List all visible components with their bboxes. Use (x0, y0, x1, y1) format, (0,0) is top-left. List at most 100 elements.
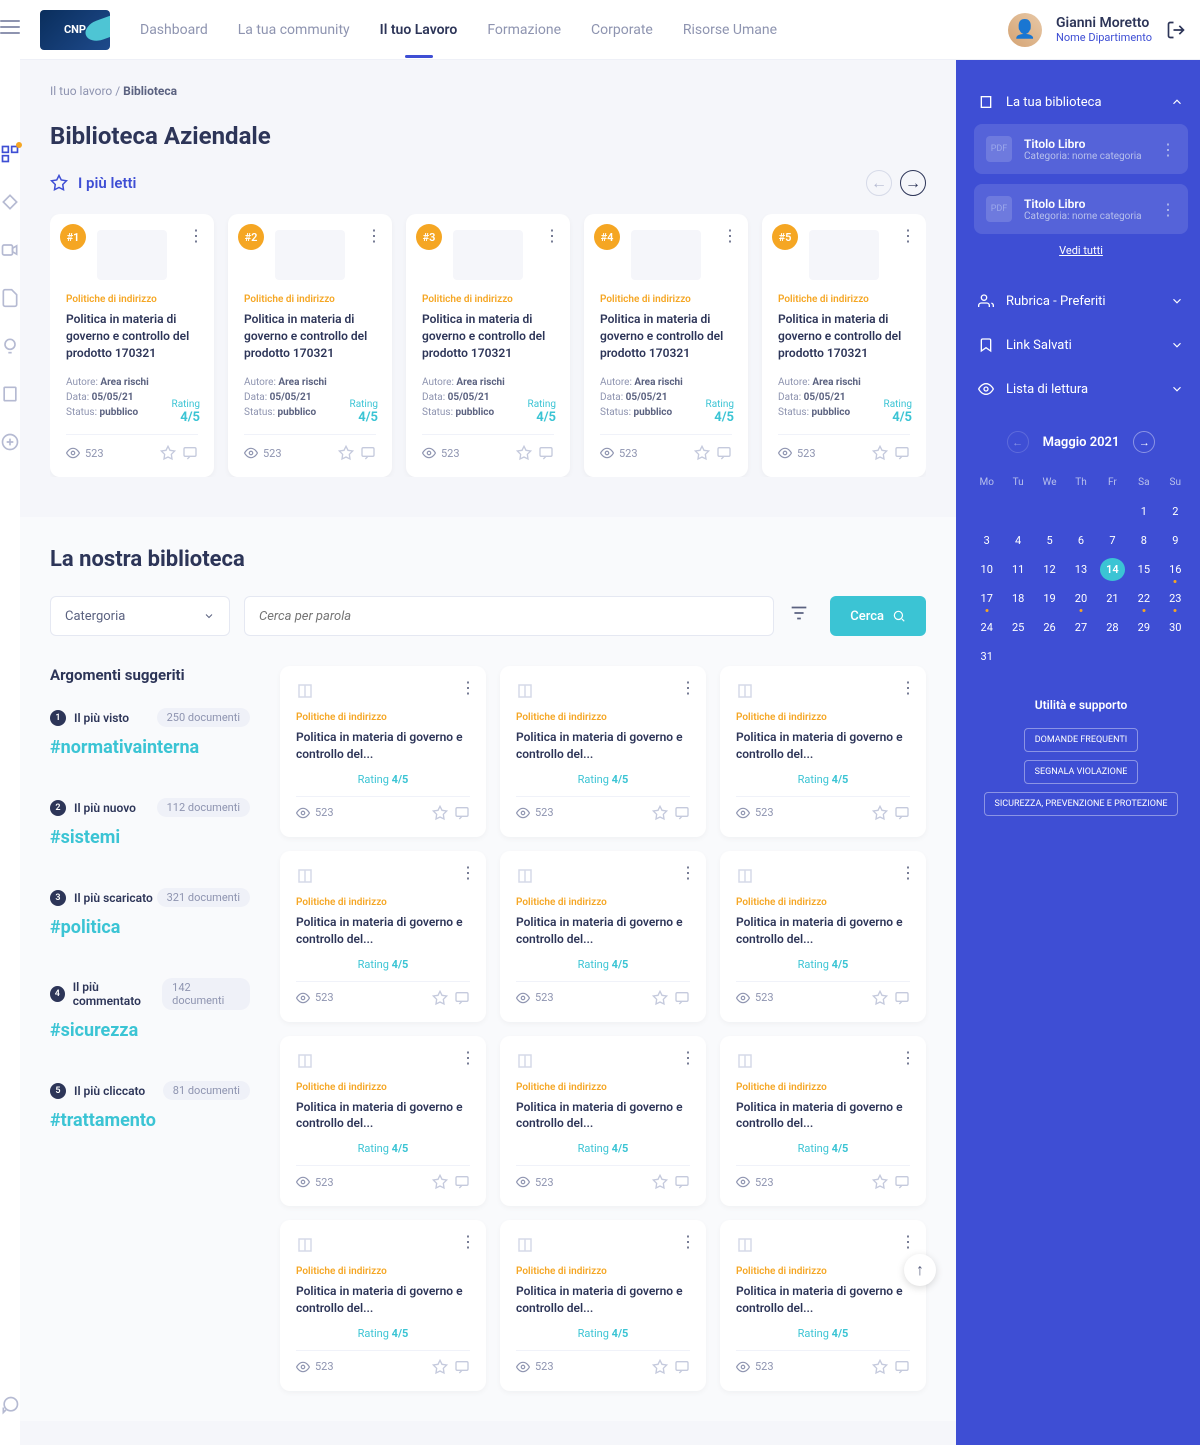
nav-formazione[interactable]: Formazione (487, 2, 561, 58)
rail-icon-library[interactable] (0, 144, 20, 164)
card-menu-icon[interactable]: ⋮ (900, 678, 916, 697)
comment-icon[interactable] (674, 1174, 690, 1190)
topic-item[interactable]: 4Il più commentato142 documenti #sicurez… (50, 978, 250, 1041)
cal-day[interactable]: 16 (1163, 558, 1188, 581)
book-card[interactable]: #1 ⋮ Politiche di indirizzo Politica in … (50, 214, 214, 477)
rail-icon-doc[interactable] (0, 288, 20, 308)
star-icon[interactable] (652, 1359, 668, 1375)
cal-day[interactable]: 30 (1163, 616, 1188, 639)
cal-day[interactable]: 23 (1163, 587, 1188, 610)
sb-book-item[interactable]: PDF Titolo LibroCategoria: nome categori… (974, 124, 1188, 174)
comment-icon[interactable] (674, 1359, 690, 1375)
star-icon[interactable] (516, 445, 532, 461)
card-menu-icon[interactable]: ⋮ (900, 863, 916, 882)
card-menu-icon[interactable]: ⋮ (680, 863, 696, 882)
cal-prev[interactable]: ← (1007, 431, 1029, 453)
card-menu-icon[interactable]: ⋮ (188, 226, 204, 245)
grid-card[interactable]: ⋮ Politiche di indirizzo Politica in mat… (280, 1220, 486, 1391)
cal-day[interactable]: 17 (974, 587, 999, 610)
cal-day[interactable]: 8 (1131, 529, 1156, 552)
star-icon[interactable] (432, 1174, 448, 1190)
cal-day[interactable]: 19 (1037, 587, 1062, 610)
cal-day[interactable]: 5 (1037, 529, 1062, 552)
sb-book-menu-icon[interactable]: ⋮ (1160, 200, 1176, 219)
card-menu-icon[interactable]: ⋮ (900, 1232, 916, 1251)
card-menu-icon[interactable]: ⋮ (460, 863, 476, 882)
book-card[interactable]: #5 ⋮ Politiche di indirizzo Politica in … (762, 214, 926, 477)
cal-day[interactable]: 25 (1005, 616, 1030, 639)
cal-day[interactable]: 7 (1100, 529, 1125, 552)
hamburger-menu[interactable] (0, 20, 20, 34)
cal-day[interactable]: 26 (1037, 616, 1062, 639)
comment-icon[interactable] (674, 990, 690, 1006)
comment-icon[interactable] (894, 805, 910, 821)
star-icon[interactable] (872, 990, 888, 1006)
nav-corporate[interactable]: Corporate (591, 2, 653, 58)
card-menu-icon[interactable]: ⋮ (680, 1232, 696, 1251)
rail-icon-add[interactable] (0, 432, 20, 452)
card-menu-icon[interactable]: ⋮ (900, 226, 916, 245)
comment-icon[interactable] (894, 990, 910, 1006)
comment-icon[interactable] (538, 445, 554, 461)
next-arrow[interactable]: → (900, 170, 926, 196)
cal-next[interactable]: → (1133, 431, 1155, 453)
grid-card[interactable]: ⋮ Politiche di indirizzo Politica in mat… (280, 666, 486, 837)
comment-icon[interactable] (360, 445, 376, 461)
grid-card[interactable]: ⋮ Politiche di indirizzo Politica in mat… (720, 851, 926, 1022)
cal-day[interactable]: 3 (974, 529, 999, 552)
grid-card[interactable]: ⋮ Politiche di indirizzo Politica in mat… (500, 1220, 706, 1391)
card-menu-icon[interactable]: ⋮ (680, 678, 696, 697)
rail-icon-idea[interactable] (0, 336, 20, 356)
cal-day[interactable]: 12 (1037, 558, 1062, 581)
category-select[interactable]: Catergoria (50, 596, 230, 636)
grid-card[interactable]: ⋮ Politiche di indirizzo Politica in mat… (500, 666, 706, 837)
sb-library-head[interactable]: La tua biblioteca (974, 80, 1188, 124)
book-card[interactable]: #3 ⋮ Politiche di indirizzo Politica in … (406, 214, 570, 477)
rail-icon-tag[interactable] (0, 192, 20, 212)
scroll-top-button[interactable]: ↑ (904, 1254, 936, 1286)
support-button[interactable]: SICUREZZA, PREVENZIONE E PROTEZIONE (984, 792, 1179, 816)
topic-item[interactable]: 5Il più cliccato81 documenti #trattament… (50, 1081, 250, 1131)
topic-item[interactable]: 3Il più scaricato321 documenti #politica (50, 888, 250, 938)
book-card[interactable]: #2 ⋮ Politiche di indirizzo Politica in … (228, 214, 392, 477)
cal-day[interactable]: 4 (1005, 529, 1030, 552)
comment-icon[interactable] (894, 1174, 910, 1190)
cal-day[interactable]: 21 (1100, 587, 1125, 610)
cal-day[interactable]: 22 (1131, 587, 1156, 610)
star-icon[interactable] (432, 1359, 448, 1375)
grid-card[interactable]: ⋮ Politiche di indirizzo Politica in mat… (500, 851, 706, 1022)
comment-icon[interactable] (454, 805, 470, 821)
card-menu-icon[interactable]: ⋮ (900, 1048, 916, 1067)
nav-la-tua-community[interactable]: La tua community (238, 2, 350, 58)
cal-day[interactable]: 10 (974, 558, 999, 581)
grid-card[interactable]: ⋮ Politiche di indirizzo Politica in mat… (500, 1036, 706, 1207)
cal-day[interactable]: 24 (974, 616, 999, 639)
star-icon[interactable] (652, 805, 668, 821)
sb-section-head[interactable]: Lista di lettura (974, 367, 1188, 411)
cal-day[interactable]: 28 (1100, 616, 1125, 639)
cal-day[interactable]: 15 (1131, 558, 1156, 581)
star-icon[interactable] (872, 445, 888, 461)
card-menu-icon[interactable]: ⋮ (460, 1232, 476, 1251)
search-button[interactable]: Cerca (830, 596, 926, 636)
nav-risorse-umane[interactable]: Risorse Umane (683, 2, 777, 58)
comment-icon[interactable] (454, 1359, 470, 1375)
comment-icon[interactable] (182, 445, 198, 461)
comment-icon[interactable] (454, 1174, 470, 1190)
rail-icon-chat[interactable] (0, 1395, 20, 1415)
card-menu-icon[interactable]: ⋮ (460, 1048, 476, 1067)
book-card[interactable]: #4 ⋮ Politiche di indirizzo Politica in … (584, 214, 748, 477)
comment-icon[interactable] (674, 805, 690, 821)
avatar[interactable]: 👤 (1008, 13, 1042, 47)
cal-day[interactable]: 1 (1131, 500, 1156, 523)
cal-day[interactable]: 20 (1068, 587, 1093, 610)
star-icon[interactable] (160, 445, 176, 461)
grid-card[interactable]: ⋮ Politiche di indirizzo Politica in mat… (720, 666, 926, 837)
sb-book-menu-icon[interactable]: ⋮ (1160, 140, 1176, 159)
card-menu-icon[interactable]: ⋮ (722, 226, 738, 245)
rail-icon-book[interactable] (0, 384, 20, 404)
star-icon[interactable] (694, 445, 710, 461)
cal-day[interactable]: 29 (1131, 616, 1156, 639)
cal-day[interactable]: 27 (1068, 616, 1093, 639)
star-icon[interactable] (652, 990, 668, 1006)
